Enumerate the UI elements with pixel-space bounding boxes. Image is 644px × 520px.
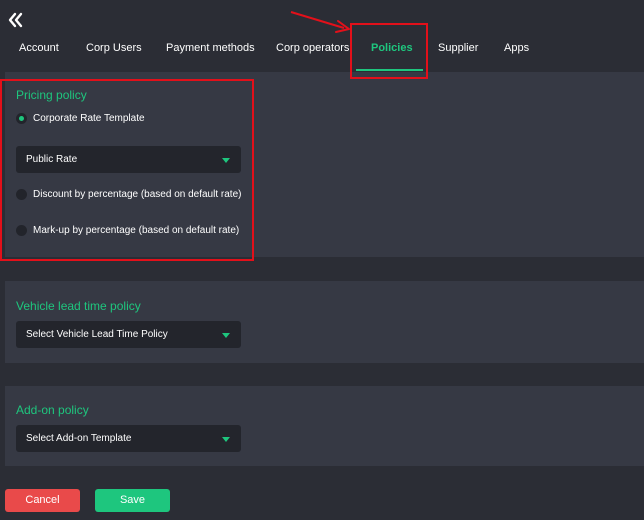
arrow-icon	[290, 11, 350, 33]
caret-down-icon	[222, 437, 230, 442]
tab-corp-users[interactable]: Corp Users	[86, 42, 142, 54]
vehicle-lead-time-title: Vehicle lead time policy	[16, 299, 141, 313]
tab-account[interactable]: Account	[19, 42, 59, 54]
addon-policy-title: Add-on policy	[16, 403, 89, 417]
addon-template-select[interactable]: Select Add-on Template	[16, 425, 241, 452]
tab-bar: Account Corp Users Payment methods Corp …	[0, 30, 644, 71]
tab-payment-methods[interactable]: Payment methods	[166, 42, 255, 54]
tab-apps[interactable]: Apps	[504, 42, 529, 54]
vehicle-lead-time-select[interactable]: Select Vehicle Lead Time Policy	[16, 321, 241, 348]
double-chevron-left-icon	[8, 12, 23, 28]
select-value: Select Vehicle Lead Time Policy	[26, 329, 168, 340]
tab-corp-operators[interactable]: Corp operators	[276, 42, 349, 54]
pricing-policy-highlight	[0, 79, 254, 261]
tab-supplier[interactable]: Supplier	[438, 42, 478, 54]
back-button[interactable]	[7, 11, 25, 29]
cancel-button[interactable]: Cancel	[5, 489, 80, 512]
policies-tab-highlight	[350, 23, 428, 79]
caret-down-icon	[222, 333, 230, 338]
save-button[interactable]: Save	[95, 489, 170, 512]
select-value: Select Add-on Template	[26, 433, 132, 444]
